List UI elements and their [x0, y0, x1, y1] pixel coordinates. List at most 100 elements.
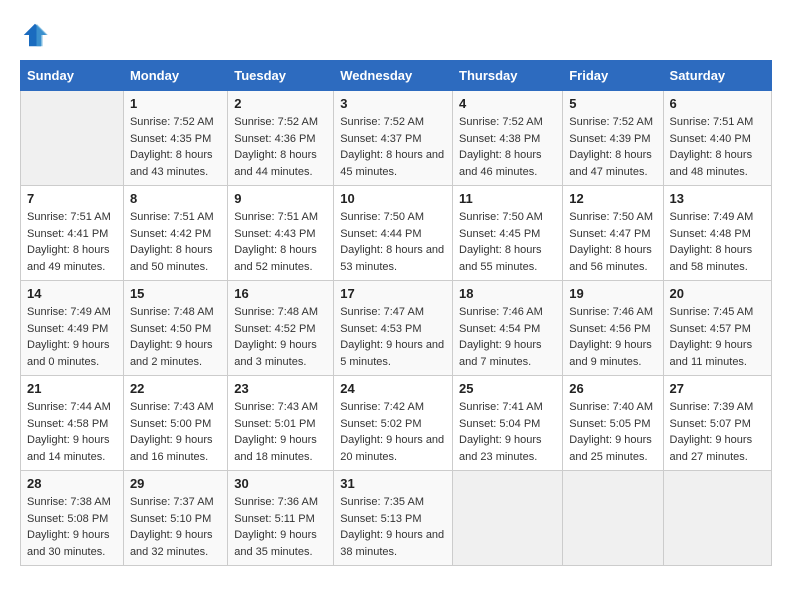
- cell-date-number: 26: [569, 381, 656, 396]
- cell-date-number: 28: [27, 476, 117, 491]
- cell-date-number: 17: [340, 286, 446, 301]
- weekday-header: Wednesday: [334, 61, 453, 91]
- cell-date-number: 12: [569, 191, 656, 206]
- cell-date-number: 27: [670, 381, 765, 396]
- calendar-cell: [453, 471, 563, 566]
- calendar-cell: 1 Sunrise: 7:52 AMSunset: 4:35 PMDaylight…: [123, 91, 227, 186]
- calendar-cell: 26 Sunrise: 7:40 AMSunset: 5:05 PMDayligh…: [563, 376, 663, 471]
- calendar-cell: 20Sunrise: 7:45 AMSunset: 4:57 PMDayligh…: [663, 281, 771, 376]
- cell-info: Sunrise: 7:41 AMSunset: 5:04 PMDaylight:…: [459, 399, 556, 465]
- cell-info: Sunrise: 7:44 AMSunset: 4:58 PMDaylight:…: [27, 399, 117, 465]
- calendar-cell: 25 Sunrise: 7:41 AMSunset: 5:04 PMDayligh…: [453, 376, 563, 471]
- calendar-cell: 16 Sunrise: 7:48 AMSunset: 4:52 PMDayligh…: [228, 281, 334, 376]
- calendar-cell: 7 Sunrise: 7:51 AMSunset: 4:41 PMDaylight…: [21, 186, 124, 281]
- cell-date-number: 5: [569, 96, 656, 111]
- weekday-header: Thursday: [453, 61, 563, 91]
- calendar-cell: 23 Sunrise: 7:43 AMSunset: 5:01 PMDayligh…: [228, 376, 334, 471]
- cell-info: Sunrise: 7:43 AMSunset: 5:00 PMDaylight:…: [130, 399, 221, 465]
- cell-info: Sunrise: 7:51 AMSunset: 4:41 PMDaylight:…: [27, 209, 117, 275]
- cell-info: Sunrise: 7:37 AMSunset: 5:10 PMDaylight:…: [130, 494, 221, 560]
- calendar-cell: 21 Sunrise: 7:44 AMSunset: 4:58 PMDayligh…: [21, 376, 124, 471]
- cell-date-number: 29: [130, 476, 221, 491]
- cell-info: Sunrise: 7:48 AMSunset: 4:52 PMDaylight:…: [234, 304, 327, 370]
- cell-info: Sunrise: 7:51 AMSunset: 4:42 PMDaylight:…: [130, 209, 221, 275]
- cell-date-number: 31: [340, 476, 446, 491]
- calendar-cell: 11 Sunrise: 7:50 AMSunset: 4:45 PMDayligh…: [453, 186, 563, 281]
- cell-info: Sunrise: 7:45 AMSunset: 4:57 PMDaylight:…: [670, 304, 765, 370]
- cell-date-number: 21: [27, 381, 117, 396]
- cell-info: Sunrise: 7:40 AMSunset: 5:05 PMDaylight:…: [569, 399, 656, 465]
- calendar-cell: 17 Sunrise: 7:47 AMSunset: 4:53 PMDayligh…: [334, 281, 453, 376]
- cell-date-number: 8: [130, 191, 221, 206]
- calendar-cell: 19 Sunrise: 7:46 AMSunset: 4:56 PMDayligh…: [563, 281, 663, 376]
- calendar-cell: 13Sunrise: 7:49 AMSunset: 4:48 PMDayligh…: [663, 186, 771, 281]
- cell-date-number: 15: [130, 286, 221, 301]
- cell-date-number: 14: [27, 286, 117, 301]
- cell-info: Sunrise: 7:52 AMSunset: 4:39 PMDaylight:…: [569, 114, 656, 180]
- calendar-cell: 28 Sunrise: 7:38 AMSunset: 5:08 PMDayligh…: [21, 471, 124, 566]
- calendar-cell: 29 Sunrise: 7:37 AMSunset: 5:10 PMDayligh…: [123, 471, 227, 566]
- cell-info: Sunrise: 7:35 AMSunset: 5:13 PMDaylight:…: [340, 494, 446, 560]
- calendar-cell: 30Sunrise: 7:36 AMSunset: 5:11 PMDayligh…: [228, 471, 334, 566]
- cell-info: Sunrise: 7:38 AMSunset: 5:08 PMDaylight:…: [27, 494, 117, 560]
- cell-date-number: 16: [234, 286, 327, 301]
- calendar-cell: [563, 471, 663, 566]
- weekday-header: Friday: [563, 61, 663, 91]
- cell-date-number: 3: [340, 96, 446, 111]
- cell-info: Sunrise: 7:48 AMSunset: 4:50 PMDaylight:…: [130, 304, 221, 370]
- calendar-cell: 8 Sunrise: 7:51 AMSunset: 4:42 PMDaylight…: [123, 186, 227, 281]
- calendar-cell: 5 Sunrise: 7:52 AMSunset: 4:39 PMDaylight…: [563, 91, 663, 186]
- cell-date-number: 22: [130, 381, 221, 396]
- calendar-cell: 6 Sunrise: 7:51 AMSunset: 4:40 PMDaylight…: [663, 91, 771, 186]
- calendar-week-row: 14 Sunrise: 7:49 AMSunset: 4:49 PMDayligh…: [21, 281, 772, 376]
- cell-info: Sunrise: 7:50 AMSunset: 4:44 PMDaylight:…: [340, 209, 446, 275]
- cell-date-number: 1: [130, 96, 221, 111]
- calendar-cell: 14 Sunrise: 7:49 AMSunset: 4:49 PMDayligh…: [21, 281, 124, 376]
- page-header: [20, 20, 772, 50]
- calendar-week-row: 28 Sunrise: 7:38 AMSunset: 5:08 PMDayligh…: [21, 471, 772, 566]
- calendar-cell: 10 Sunrise: 7:50 AMSunset: 4:44 PMDayligh…: [334, 186, 453, 281]
- weekday-header: Tuesday: [228, 61, 334, 91]
- cell-info: Sunrise: 7:52 AMSunset: 4:38 PMDaylight:…: [459, 114, 556, 180]
- calendar-cell: 18Sunrise: 7:46 AMSunset: 4:54 PMDayligh…: [453, 281, 563, 376]
- cell-date-number: 10: [340, 191, 446, 206]
- calendar-table: SundayMondayTuesdayWednesdayThursdayFrid…: [20, 60, 772, 566]
- logo: [20, 20, 54, 50]
- cell-info: Sunrise: 7:50 AMSunset: 4:47 PMDaylight:…: [569, 209, 656, 275]
- calendar-cell: 12 Sunrise: 7:50 AMSunset: 4:47 PMDayligh…: [563, 186, 663, 281]
- calendar-cell: 24Sunrise: 7:42 AMSunset: 5:02 PMDayligh…: [334, 376, 453, 471]
- calendar-week-row: 1 Sunrise: 7:52 AMSunset: 4:35 PMDaylight…: [21, 91, 772, 186]
- cell-info: Sunrise: 7:39 AMSunset: 5:07 PMDaylight:…: [670, 399, 765, 465]
- cell-date-number: 7: [27, 191, 117, 206]
- cell-date-number: 23: [234, 381, 327, 396]
- cell-date-number: 9: [234, 191, 327, 206]
- weekday-header: Monday: [123, 61, 227, 91]
- cell-info: Sunrise: 7:52 AMSunset: 4:36 PMDaylight:…: [234, 114, 327, 180]
- cell-date-number: 19: [569, 286, 656, 301]
- calendar-cell: 22 Sunrise: 7:43 AMSunset: 5:00 PMDayligh…: [123, 376, 227, 471]
- cell-info: Sunrise: 7:49 AMSunset: 4:49 PMDaylight:…: [27, 304, 117, 370]
- cell-date-number: 25: [459, 381, 556, 396]
- cell-date-number: 4: [459, 96, 556, 111]
- cell-info: Sunrise: 7:52 AMSunset: 4:35 PMDaylight:…: [130, 114, 221, 180]
- cell-date-number: 2: [234, 96, 327, 111]
- calendar-cell: 9 Sunrise: 7:51 AMSunset: 4:43 PMDaylight…: [228, 186, 334, 281]
- cell-date-number: 11: [459, 191, 556, 206]
- cell-info: Sunrise: 7:50 AMSunset: 4:45 PMDaylight:…: [459, 209, 556, 275]
- cell-date-number: 6: [670, 96, 765, 111]
- cell-info: Sunrise: 7:51 AMSunset: 4:40 PMDaylight:…: [670, 114, 765, 180]
- cell-info: Sunrise: 7:46 AMSunset: 4:56 PMDaylight:…: [569, 304, 656, 370]
- cell-info: Sunrise: 7:47 AMSunset: 4:53 PMDaylight:…: [340, 304, 446, 370]
- weekday-header: Saturday: [663, 61, 771, 91]
- calendar-cell: [21, 91, 124, 186]
- calendar-cell: 15 Sunrise: 7:48 AMSunset: 4:50 PMDayligh…: [123, 281, 227, 376]
- weekday-header: Sunday: [21, 61, 124, 91]
- cell-date-number: 30: [234, 476, 327, 491]
- cell-info: Sunrise: 7:46 AMSunset: 4:54 PMDaylight:…: [459, 304, 556, 370]
- cell-info: Sunrise: 7:43 AMSunset: 5:01 PMDaylight:…: [234, 399, 327, 465]
- calendar-cell: 2 Sunrise: 7:52 AMSunset: 4:36 PMDaylight…: [228, 91, 334, 186]
- logo-icon: [20, 20, 50, 50]
- cell-info: Sunrise: 7:49 AMSunset: 4:48 PMDaylight:…: [670, 209, 765, 275]
- cell-info: Sunrise: 7:51 AMSunset: 4:43 PMDaylight:…: [234, 209, 327, 275]
- cell-info: Sunrise: 7:52 AMSunset: 4:37 PMDaylight:…: [340, 114, 446, 180]
